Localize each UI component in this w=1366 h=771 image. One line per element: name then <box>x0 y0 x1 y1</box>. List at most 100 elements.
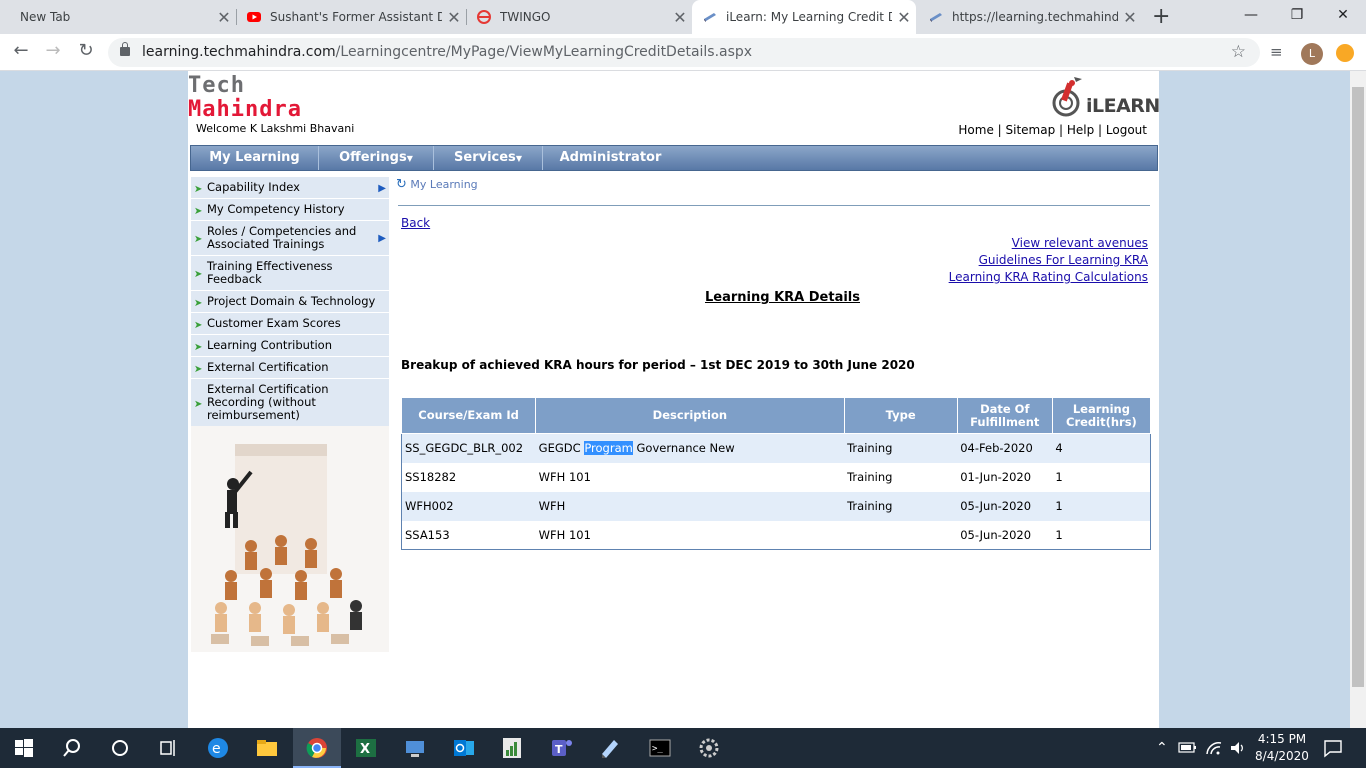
vertical-scrollbar[interactable] <box>1350 71 1366 728</box>
clock-time: 4:15 PM <box>1257 732 1307 746</box>
book-icon <box>928 9 944 25</box>
menu-administrator[interactable]: Administrator <box>543 146 678 170</box>
sidebar-item-learning-contribution[interactable]: ➤ Learning Contribution <box>191 335 389 357</box>
back-link[interactable]: Back <box>401 216 430 230</box>
sidebar-item-capability-index[interactable]: ➤ Capability Index ▶ <box>191 177 389 199</box>
forward-arrow-icon[interactable]: → <box>40 40 66 61</box>
update-icon[interactable] <box>1336 44 1354 62</box>
home-link[interactable]: Home <box>958 123 993 137</box>
svg-text:X: X <box>360 742 370 757</box>
lock-icon <box>120 42 130 56</box>
close-icon[interactable]: ✕ <box>1118 8 1142 27</box>
show-hidden-icons[interactable]: ⌃ <box>1156 728 1168 768</box>
cell-course-id: SS_GEGDC_BLR_002 <box>401 433 536 463</box>
page-title: Learning KRA Details <box>705 290 860 305</box>
notifications-icon[interactable] <box>1322 737 1344 759</box>
sidebar-item-roles-competencies[interactable]: ➤ Roles / Competencies and Associated Tra… <box>191 221 389 256</box>
notepad-icon[interactable] <box>598 736 622 760</box>
tab-twingo[interactable]: TWINGO ✕ <box>466 0 692 34</box>
sidebar-item-customer-exam-scores[interactable]: ➤ Customer Exam Scores <box>191 313 389 335</box>
tab-strip: New Tab ✕ Sushant's Former Assistant Det… <box>0 0 1366 34</box>
table-header-row: Course/Exam Id Description Type Date Of … <box>400 397 1152 434</box>
edge-icon[interactable]: e <box>206 736 230 760</box>
cortana-icon[interactable] <box>108 736 132 760</box>
column-header[interactable]: Course/Exam Id <box>400 397 537 434</box>
column-header[interactable]: Learning Credit(hrs) <box>1051 397 1152 434</box>
cell-date: 05-Jun-2020 <box>957 491 1053 521</box>
menu-label: Offerings <box>339 150 407 165</box>
tab-title: Sushant's Former Assistant Det <box>270 10 442 24</box>
project-icon[interactable] <box>500 736 524 760</box>
close-icon[interactable]: ✕ <box>892 8 916 27</box>
refresh-arrow-icon: ↻ <box>396 177 407 192</box>
remote-desktop-icon[interactable] <box>403 736 427 760</box>
breadcrumb-label[interactable]: My Learning <box>410 178 477 191</box>
menu-services[interactable]: Services▼ <box>434 146 543 170</box>
tab-learning-url[interactable]: https://learning.techmahindra. ✕ <box>918 0 1142 34</box>
sidebar-item-competency-history[interactable]: ➤ My Competency History <box>191 199 389 221</box>
sidebar-item-label: Project Domain & Technology <box>207 294 376 308</box>
clock[interactable]: 4:15 PM 8/4/2020 <box>1254 731 1310 771</box>
clock-date: 8/4/2020 <box>1255 749 1309 763</box>
settings-icon[interactable] <box>697 736 721 760</box>
search-icon[interactable] <box>60 736 84 760</box>
arrow-right-icon: ➤ <box>194 398 203 410</box>
table-row: SSA153 WFH 101 05-Jun-2020 1 <box>401 520 1151 550</box>
file-explorer-icon[interactable] <box>255 736 279 760</box>
arrow-right-icon: ➤ <box>194 183 203 195</box>
view-relevant-avenues-link[interactable]: View relevant avenues <box>1012 236 1148 250</box>
close-window-icon[interactable]: ✕ <box>1320 0 1366 30</box>
sitemap-link[interactable]: Sitemap <box>1006 123 1056 137</box>
book-icon <box>702 9 718 25</box>
cell-description: WFH <box>535 491 845 521</box>
wifi-icon[interactable] <box>1204 738 1224 758</box>
rating-calculations-link[interactable]: Learning KRA Rating Calculations <box>949 270 1148 284</box>
close-icon[interactable]: ✕ <box>668 8 692 27</box>
dropdown-arrow-icon: ▼ <box>515 154 522 163</box>
column-header[interactable]: Type <box>843 397 958 434</box>
sidebar-item-external-certification[interactable]: ➤ External Certification <box>191 357 389 379</box>
battery-icon[interactable] <box>1178 740 1198 756</box>
close-icon[interactable]: ✕ <box>442 8 466 27</box>
help-link[interactable]: Help <box>1067 123 1094 137</box>
cell-course-id: SSA153 <box>401 520 536 550</box>
avatar[interactable]: L <box>1301 43 1323 65</box>
sidebar-item-external-cert-recording[interactable]: ➤ External Certification Recording (witho… <box>191 379 389 427</box>
close-icon[interactable]: ✕ <box>212 8 236 27</box>
teams-icon[interactable]: T <box>550 736 574 760</box>
cell-description: WFH 101 <box>535 520 845 550</box>
column-header[interactable]: Description <box>535 397 845 434</box>
volume-icon[interactable] <box>1228 738 1248 758</box>
cmd-icon[interactable]: >_ <box>648 736 672 760</box>
logo-tech: Tech <box>188 73 245 98</box>
cell-credit: 4 <box>1052 433 1151 463</box>
side-nav: ➤ Capability Index ▶ ➤ My Competency Histor… <box>191 177 389 427</box>
task-view-icon[interactable] <box>156 736 180 760</box>
sidebar-item-label: Learning Contribution <box>207 338 332 352</box>
back-arrow-icon[interactable]: ← <box>8 40 34 61</box>
bookmark-star-icon[interactable]: ☆ <box>1231 38 1246 67</box>
logout-link[interactable]: Logout <box>1106 123 1147 137</box>
new-tab-button[interactable]: + <box>1152 4 1170 29</box>
restore-icon[interactable]: ❐ <box>1274 0 1320 30</box>
outlook-icon[interactable] <box>452 736 476 760</box>
media-control-icon[interactable]: ≡ <box>1270 43 1283 61</box>
chrome-icon[interactable] <box>305 736 329 760</box>
excel-icon[interactable]: X <box>354 736 378 760</box>
sidebar-item-training-feedback[interactable]: ➤ Training Effectiveness Feedback <box>191 256 389 291</box>
scrollbar-thumb[interactable] <box>1352 87 1364 687</box>
minimize-icon[interactable]: — <box>1228 0 1274 30</box>
tab-new-tab[interactable]: New Tab ✕ <box>0 0 236 34</box>
menu-offerings[interactable]: Offerings▼ <box>319 146 434 170</box>
url-bar[interactable]: learning.techmahindra.com/Learningcentre… <box>108 38 1260 67</box>
guidelines-link[interactable]: Guidelines For Learning KRA <box>979 253 1148 267</box>
start-icon[interactable] <box>12 736 36 760</box>
tab-youtube[interactable]: Sushant's Former Assistant Det ✕ <box>236 0 466 34</box>
tab-title: New Tab <box>20 10 71 24</box>
menu-my-learning[interactable]: My Learning <box>191 146 319 170</box>
column-header[interactable]: Date Of Fulfillment <box>956 397 1053 434</box>
sidebar-item-project-domain[interactable]: ➤ Project Domain & Technology <box>191 291 389 313</box>
reload-icon[interactable]: ↻ <box>73 40 99 61</box>
tab-ilearn[interactable]: iLearn: My Learning Credit Det ✕ <box>692 0 916 34</box>
table-row: WFH002 WFH Training 05-Jun-2020 1 <box>401 491 1151 521</box>
